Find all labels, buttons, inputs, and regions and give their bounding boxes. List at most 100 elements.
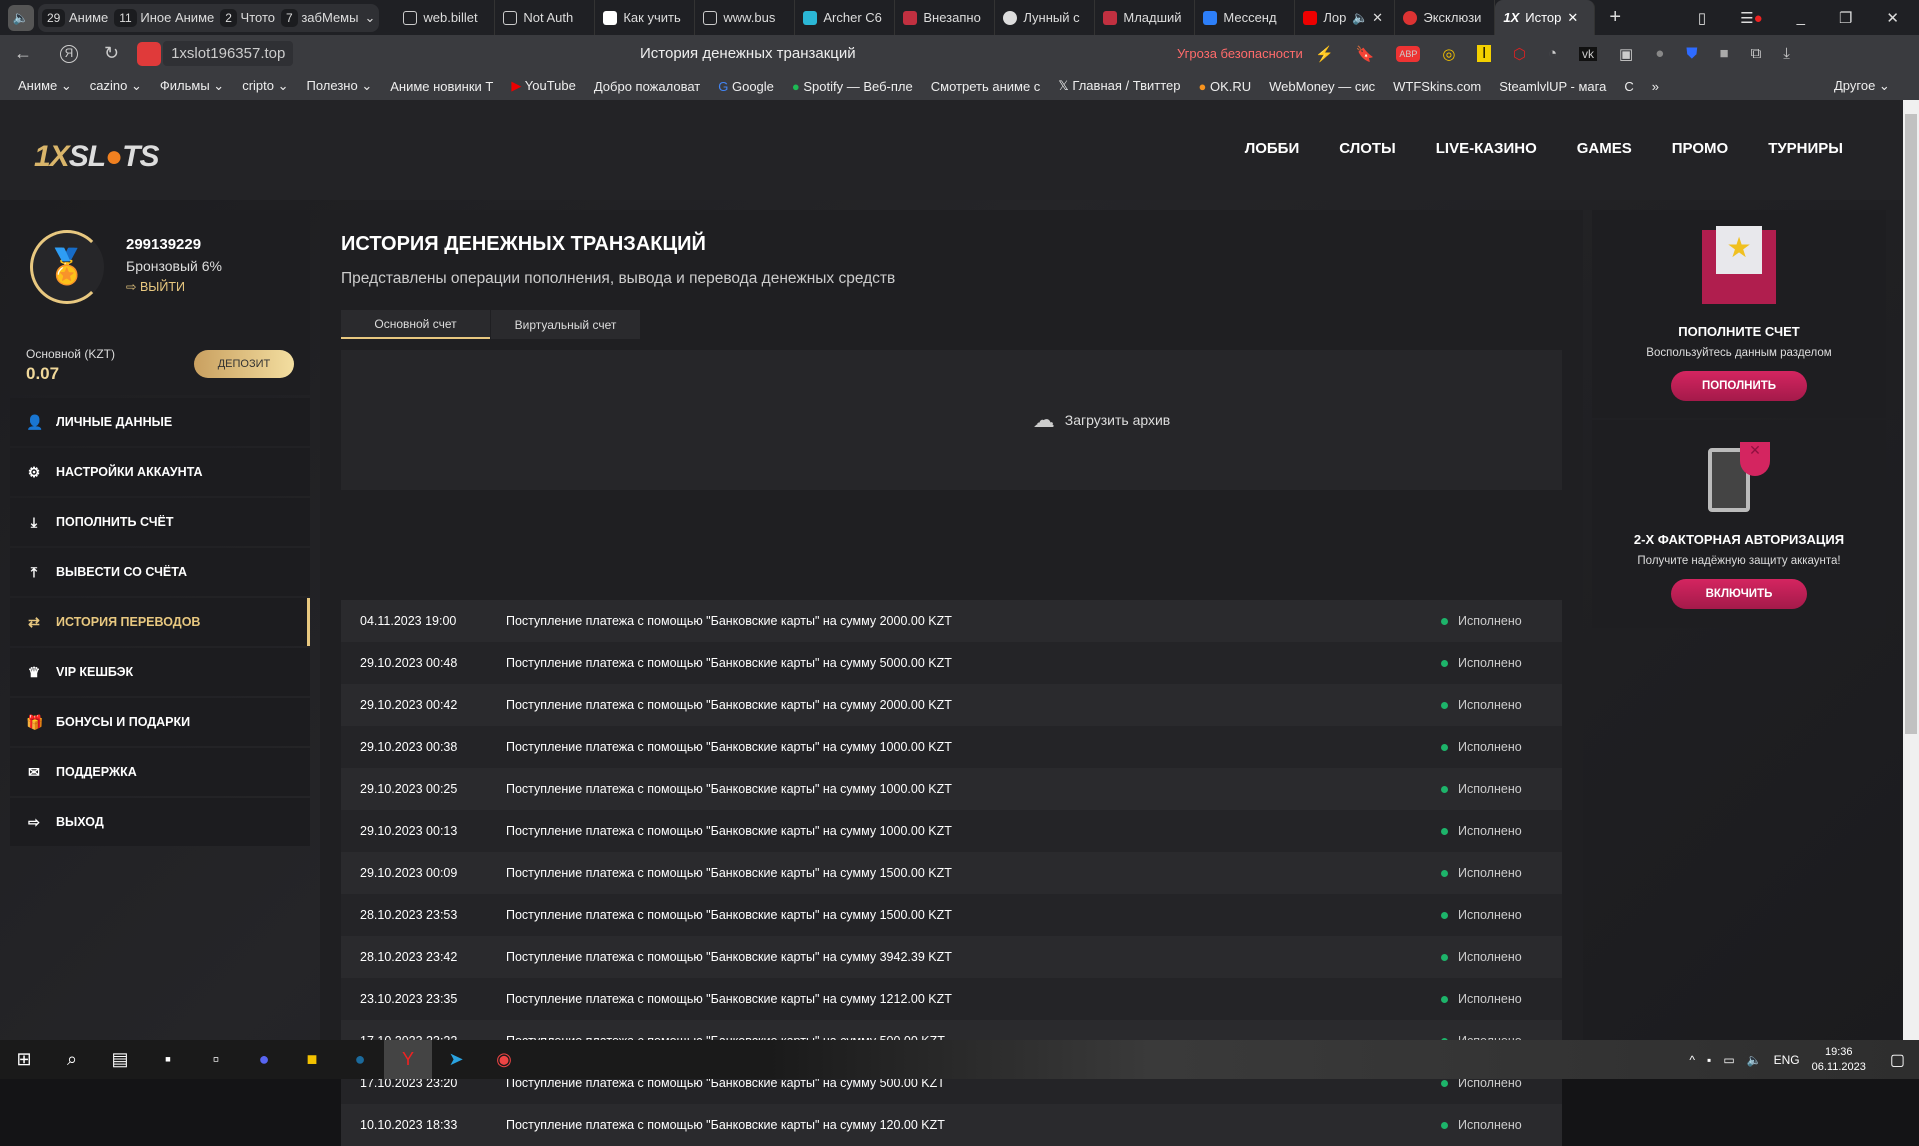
tab-main-account[interactable]: Основной счет xyxy=(341,310,490,339)
nav-lobby[interactable]: ЛОББИ xyxy=(1245,140,1300,157)
bookmark-folder[interactable]: cazino ⌄ xyxy=(90,78,142,94)
menu-icon[interactable]: ☰● xyxy=(1740,9,1763,27)
tray-chevron-icon[interactable]: ^ xyxy=(1689,1053,1695,1067)
close-button[interactable]: ✕ xyxy=(1886,9,1899,27)
extensions-icon[interactable]: ⧉ xyxy=(1751,45,1762,62)
extension-icon[interactable]: ● xyxy=(1655,45,1664,62)
yandex-browser-icon[interactable]: Y xyxy=(384,1040,432,1079)
menu-bonuses[interactable]: 🎁 БОНУСЫ И ПОДАРКИ xyxy=(10,698,310,746)
app-icon[interactable]: ▫ xyxy=(192,1040,240,1079)
extension-icon[interactable]: ▣ xyxy=(1619,45,1633,63)
browser-tab-active[interactable]: 1X Истор ✕ xyxy=(1495,0,1596,35)
bookmark-google[interactable]: G Google xyxy=(718,79,774,94)
clock[interactable]: 19:36 06.11.2023 xyxy=(1812,1045,1866,1075)
browser-tab[interactable]: Эксклюзи xyxy=(1395,0,1496,35)
extension-icon[interactable]: ◎ xyxy=(1442,45,1455,63)
browser-tab[interactable]: Лунный с xyxy=(995,0,1096,35)
menu-support[interactable]: ✉ ПОДДЕРЖКА xyxy=(10,748,310,796)
other-bookmarks[interactable]: Другое ⌄ xyxy=(1834,78,1890,94)
insecure-lock-icon[interactable] xyxy=(137,41,162,66)
browser-tab[interactable]: www.bus xyxy=(695,0,796,35)
windows-start-icon[interactable]: ⊞ xyxy=(0,1040,48,1079)
flash-icon[interactable]: ⚡ xyxy=(1315,45,1334,63)
tab-group[interactable]: 7 забМемы xyxy=(281,9,358,27)
nav-live-casino[interactable]: LIVE-КАЗИНО xyxy=(1436,140,1537,157)
vk-icon[interactable]: vk xyxy=(1579,46,1597,61)
browser-tab[interactable]: Как учить xyxy=(595,0,696,35)
bookmark-icon[interactable]: 🔖 xyxy=(1356,45,1375,63)
logout-link[interactable]: ⇨ ВЫЙТИ xyxy=(126,279,185,294)
extension-icon[interactable]: ■ xyxy=(1720,45,1729,62)
bookmarks-panel-icon[interactable]: ▯ xyxy=(1698,9,1706,27)
language-indicator[interactable]: ENG xyxy=(1774,1053,1800,1067)
nav-tournaments[interactable]: ТУРНИРЫ xyxy=(1768,140,1843,157)
bookmark[interactable]: Смотреть аниме с xyxy=(931,79,1041,94)
download-icon[interactable]: ⤓ xyxy=(1783,45,1790,62)
bookmark-folder[interactable]: Аниме ⌄ xyxy=(18,78,72,94)
adblock-icon[interactable]: ABP xyxy=(1396,45,1421,62)
nav-promo[interactable]: ПРОМО xyxy=(1672,140,1728,157)
bookmark-spotify[interactable]: ● Spotify — Веб-пле xyxy=(792,79,913,94)
tab-group[interactable]: 11 Иное Аниме xyxy=(114,9,214,27)
menu-transfer-history[interactable]: ⇄ ИСТОРИЯ ПЕРЕВОДОВ xyxy=(10,598,310,646)
minimize-button[interactable]: _ xyxy=(1797,9,1805,27)
bookmark[interactable]: Аниме новинки T xyxy=(390,79,493,94)
bookmark-steam[interactable]: Добро пожаловат xyxy=(594,79,700,94)
telegram-icon[interactable]: ➤ xyxy=(432,1040,480,1079)
download-archive-button[interactable]: ☁ Загрузить архив xyxy=(1033,407,1171,433)
bookmark[interactable]: С xyxy=(1624,79,1633,94)
file-explorer-icon[interactable]: ■ xyxy=(288,1040,336,1079)
browser-tab[interactable]: Мессенд xyxy=(1195,0,1296,35)
bookmark-steamlvlup[interactable]: SteamlvlUP - мага xyxy=(1499,79,1606,94)
chevron-down-icon[interactable]: ⌄ xyxy=(364,10,375,26)
top-up-button[interactable]: ПОПОЛНИТЬ xyxy=(1671,371,1807,401)
page-scrollbar[interactable] xyxy=(1903,100,1919,1040)
network-icon[interactable]: ▭ xyxy=(1723,1053,1734,1067)
browser-tab[interactable]: Not Auth xyxy=(495,0,596,35)
tab-group[interactable]: 2 Чтото xyxy=(220,9,275,27)
nav-slots[interactable]: СЛОТЫ xyxy=(1339,140,1396,157)
speedometer-icon[interactable]: ◔ xyxy=(1548,45,1557,62)
browser-tab[interactable]: Младший xyxy=(1095,0,1196,35)
yandex-icon[interactable]: Я xyxy=(60,44,78,63)
app-icon[interactable]: ▪ xyxy=(144,1040,192,1079)
enable-2fa-button[interactable]: ВКЛЮЧИТЬ xyxy=(1671,579,1807,609)
bookmark-webmoney[interactable]: WebMoney — сис xyxy=(1269,79,1375,94)
task-view-icon[interactable]: ▤ xyxy=(96,1040,144,1079)
browser-tab[interactable]: Archer C6 xyxy=(795,0,896,35)
extension-icon[interactable]: ⬡ xyxy=(1513,45,1526,63)
chrome-icon[interactable]: ◉ xyxy=(480,1040,528,1079)
extension-icon[interactable]: l xyxy=(1477,45,1491,62)
bookmark-folder[interactable]: cripto ⌄ xyxy=(242,78,288,94)
menu-deposit[interactable]: ⤓ ПОПОЛНИТЬ СЧЁТ xyxy=(10,498,310,546)
deposit-button[interactable]: ДЕПОЗИТ xyxy=(194,350,294,378)
tab-group[interactable]: 29 Аниме xyxy=(42,9,108,27)
menu-personal-data[interactable]: 👤 ЛИЧНЫЕ ДАННЫЕ xyxy=(10,398,310,446)
restore-button[interactable]: ❐ xyxy=(1839,9,1852,27)
shield-icon[interactable]: ⛊ xyxy=(1686,45,1697,62)
menu-exit[interactable]: ⇨ ВЫХОД xyxy=(10,798,310,846)
back-icon[interactable]: ← xyxy=(14,43,32,64)
browser-tab[interactable]: Лор 🔈 ✕ xyxy=(1295,0,1396,35)
url-field[interactable]: 1xslot196357.top xyxy=(163,41,294,66)
search-icon[interactable]: ⌕ xyxy=(48,1040,96,1079)
bookmark-okru[interactable]: ● OK.RU xyxy=(1198,79,1251,94)
bookmark-folder[interactable]: Фильмы ⌄ xyxy=(160,78,224,94)
security-warning[interactable]: Угроза безопасности xyxy=(1177,46,1303,61)
discord-icon[interactable]: ● xyxy=(240,1040,288,1079)
bookmark-folder[interactable]: Полезно ⌄ xyxy=(307,78,373,94)
bookmark-twitter[interactable]: 𝕏 Главная / Твиттер xyxy=(1058,78,1180,94)
browser-tab[interactable]: Внезапно xyxy=(895,0,996,35)
reload-icon[interactable]: ↻ xyxy=(104,43,119,64)
menu-withdraw[interactable]: ⤒ ВЫВЕСТИ СО СЧЁТА xyxy=(10,548,310,596)
more-bookmarks-icon[interactable]: » xyxy=(1652,79,1659,94)
nav-games[interactable]: GAMES xyxy=(1577,140,1632,157)
tray-icon[interactable]: ▪ xyxy=(1707,1053,1711,1067)
audio-icon[interactable]: 🔈 xyxy=(8,4,34,31)
menu-account-settings[interactable]: ⚙ НАСТРОЙКИ АККАУНТА xyxy=(10,448,310,496)
notifications-icon[interactable]: ▢ xyxy=(1890,1050,1905,1070)
menu-vip-cashback[interactable]: ♛ VIP КЕШБЭК xyxy=(10,648,310,696)
site-logo[interactable]: 1XSL●TS xyxy=(34,140,160,174)
browser-tab[interactable]: web.billet xyxy=(395,0,496,35)
new-tab-button[interactable]: + xyxy=(1609,6,1621,29)
